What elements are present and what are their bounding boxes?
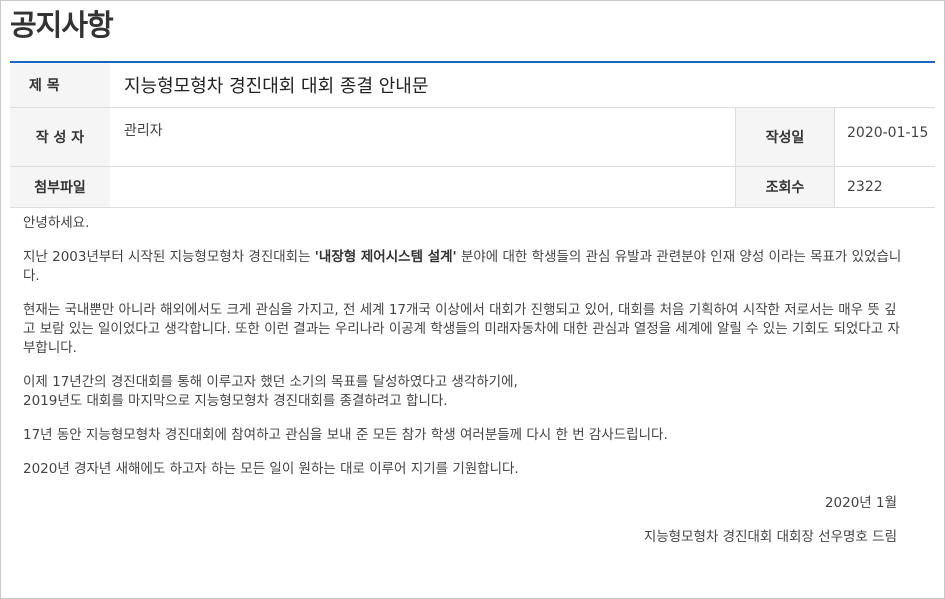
paragraph-1-bold: '내장형 제어시스템 설계' [314,249,457,265]
attachment-label: 첨부파일 [10,167,110,207]
views-label: 조회수 [735,167,835,207]
greeting: 안녕하세요. [23,215,90,231]
date-value: 2020-01-15 [847,125,929,141]
sign-date: 2020년 1월 [824,495,897,511]
writer-row: 작 성 자 관리자 작성일 2020-01-15 [10,108,935,167]
title-label: 제 목 [10,63,110,107]
date-label: 작성일 [735,108,835,166]
paragraph-1-pre: 지난 2003년부터 시작된 지능형모형차 경진대회는 [23,249,315,265]
page-title: 공지사항 [10,8,114,42]
paragraph-3: 이제 17년간의 경진대회를 통해 이루고자 했던 소기의 목표를 달성하였다고… [23,373,903,411]
writer-value: 관리자 [124,123,163,139]
attachment-row: 첨부파일 조회수 2322 [10,167,935,208]
paragraph-4: 17년 동안 지능형모형차 경진대회에 참여하고 관심을 보내 준 모든 참가 … [23,427,668,443]
views-value: 2322 [847,179,883,195]
post-title: 지능형모형차 경진대회 대회 종결 안내문 [124,76,429,97]
paragraph-2: 현재는 국내뿐만 아니라 해외에서도 크게 관심을 가지고, 전 세계 17개국… [23,302,900,356]
paragraph-3-line-1: 이제 17년간의 경진대회를 통해 이루고자 했던 소기의 목표를 달성하였다고… [23,374,518,390]
paragraph-3-line-2: 2019년도 대회를 마지막으로 지능형모형차 경진대회를 종결하려고 합니다. [23,393,448,409]
paragraph-5: 2020년 경자년 새해에도 하고자 하는 모든 일이 원하는 대로 이루어 지… [23,461,519,477]
title-row: 제 목 지능형모형차 경진대회 대회 종결 안내문 [10,63,935,108]
attachment-value[interactable] [110,167,735,207]
paragraph-1: 지난 2003년부터 시작된 지능형모형차 경진대회는 '내장형 제어시스템 설… [23,248,903,286]
writer-label: 작 성 자 [10,108,110,166]
signature: 지능형모형차 경진대회 대회장 선우명호 드림 [643,529,897,545]
post-content: 안녕하세요. 지난 2003년부터 시작된 지능형모형차 경진대회는 '내장형 … [23,214,903,562]
notice-detail-table: 제 목 지능형모형차 경진대회 대회 종결 안내문 작 성 자 관리자 작성일 … [10,61,935,208]
